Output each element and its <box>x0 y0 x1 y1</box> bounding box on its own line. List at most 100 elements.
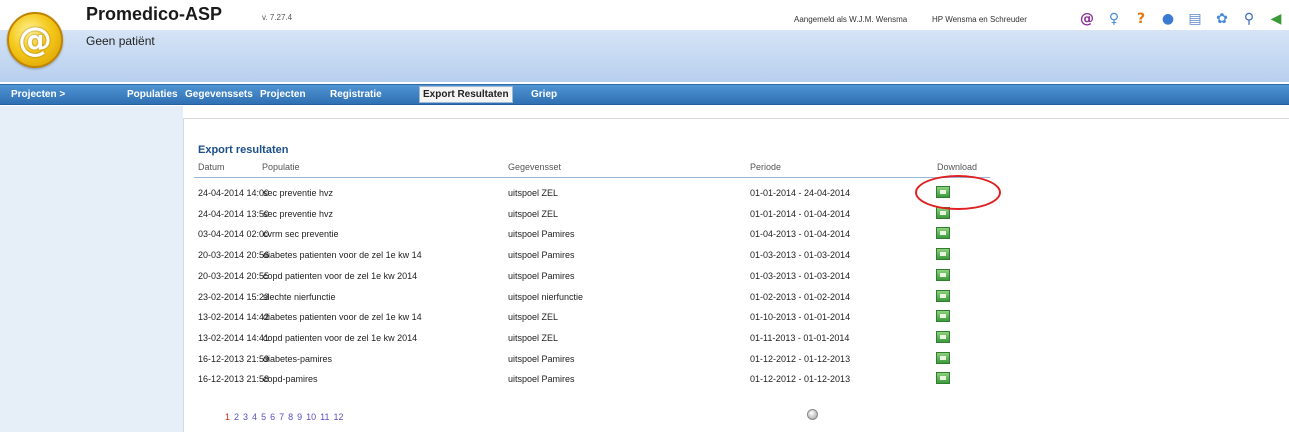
column-header-datum: Datum <box>198 162 225 172</box>
cell-populatie: diabetes-pamires <box>263 353 333 364</box>
header-band <box>0 30 1289 82</box>
cell-datum: 13-02-2014 14:41 <box>198 332 270 343</box>
tab-griep[interactable]: Griep <box>531 89 557 100</box>
cell-gegevensset: uitspoel ZEL <box>508 208 559 219</box>
cell-gegevensset: uitspoel ZEL <box>508 332 559 343</box>
cell-datum: 16-12-2013 21:59 <box>198 353 270 364</box>
at-logo-icon: @ <box>18 20 52 60</box>
table-row: 13-02-2014 14:42 diabetes patienten voor … <box>194 307 990 328</box>
download-icon[interactable] <box>936 372 950 385</box>
cell-populatie: sec preventie hvz <box>263 188 334 198</box>
column-header-populatie: Populatie <box>262 162 300 172</box>
tab-populaties[interactable]: Populaties <box>127 89 178 100</box>
app-title: Promedico-ASP <box>86 4 223 24</box>
settings-icon[interactable]: ✿ <box>1213 10 1231 28</box>
download-icon[interactable] <box>936 227 950 240</box>
page-link-3[interactable]: 3 <box>243 412 248 422</box>
download-icon[interactable] <box>936 248 950 261</box>
cell-populatie: copd patienten voor de zel 1e kw 2014 <box>263 332 418 343</box>
column-header-download: Download <box>937 162 978 172</box>
cell-periode: 01-12-2012 - 01-12-2013 <box>750 353 851 364</box>
cell-periode: 01-03-2013 - 01-03-2014 <box>750 270 851 281</box>
table-row: 24-04-2014 14:00 sec preventie hvz uitspoe… <box>194 183 990 204</box>
download-icon[interactable] <box>936 351 950 364</box>
tab-registratie[interactable]: Registratie <box>330 89 382 100</box>
help-icon[interactable] <box>807 409 818 420</box>
tab-export-resultaten[interactable]: Export Resultaten <box>419 86 513 103</box>
cell-populatie: diabetes patienten voor de zel 1e kw 14 <box>263 250 422 261</box>
app-version: v. 7.27.4 <box>262 13 293 22</box>
table-row: 23-02-2014 15:23 slechte nierfunctie uitsp… <box>194 287 990 308</box>
cell-gegevensset: uitspoel Pamires <box>508 229 575 240</box>
page-link-8[interactable]: 8 <box>288 412 293 422</box>
section-title: Export resultaten <box>198 144 289 156</box>
cell-gegevensset: uitspoel Pamires <box>508 270 575 281</box>
table-row: 20-03-2014 20:56 diabetes patienten voor … <box>194 245 990 266</box>
document-icon[interactable]: ▤ <box>1186 10 1204 28</box>
practice-info[interactable]: HP Wensma en Schreuder <box>932 15 1027 24</box>
table-row: 16-12-2013 21:58 copd-pamires uitspoel Pam… <box>194 369 990 390</box>
column-header-gegevensset: Gegevensset <box>508 162 562 172</box>
cell-gegevensset: uitspoel Pamires <box>508 250 575 261</box>
download-icon[interactable] <box>936 310 950 323</box>
page-link-9[interactable]: 9 <box>297 412 302 422</box>
cell-populatie: sec preventie hvz <box>263 208 334 219</box>
cell-gegevensset: uitspoel ZEL <box>508 188 559 198</box>
cell-populatie: slechte nierfunctie <box>263 291 336 302</box>
cell-periode: 01-11-2013 - 01-01-2014 <box>750 332 850 343</box>
cell-gegevensset: uitspoel Pamires <box>508 353 575 364</box>
cell-populatie: copd-pamires <box>263 374 318 385</box>
search-icon[interactable]: ⚲ <box>1240 10 1258 28</box>
page-link-11[interactable]: 11 <box>320 412 329 422</box>
user-info: Aangemeld als W.J.M. Wensma <box>794 15 908 24</box>
info-icon[interactable]: ● <box>1159 10 1177 28</box>
patient-status: Geen patiënt <box>86 34 155 48</box>
cell-periode: 01-10-2013 - 01-01-2014 <box>750 312 851 323</box>
question-icon[interactable]: ? <box>1132 10 1150 28</box>
page-link-10[interactable]: 10 <box>306 412 316 422</box>
at-icon[interactable]: @ <box>1078 10 1096 28</box>
table-row: 20-03-2014 20:55 copd patienten voor de z… <box>194 266 990 287</box>
people-icon[interactable]: ♀ <box>1105 10 1123 28</box>
table-row: 13-02-2014 14:41 copd patienten voor de z… <box>194 328 990 349</box>
download-icon[interactable] <box>936 330 950 343</box>
header-divider <box>194 177 990 178</box>
cell-populatie: diabetes patienten voor de zel 1e kw 14 <box>263 312 422 323</box>
cell-periode: 01-02-2013 - 01-02-2014 <box>750 291 851 302</box>
page-link-4[interactable]: 4 <box>252 412 257 422</box>
tab-projecten[interactable]: Projecten <box>260 89 306 100</box>
cell-datum: 24-04-2014 13:50 <box>198 208 270 219</box>
column-header-periode: Periode <box>750 162 782 172</box>
left-panel <box>0 106 183 432</box>
page-link-7[interactable]: 7 <box>279 412 284 422</box>
cell-gegevensset: uitspoel ZEL <box>508 312 559 323</box>
app-logo[interactable]: @ <box>7 12 63 68</box>
download-icon[interactable] <box>936 268 950 281</box>
cell-populatie: cvrm sec preventie <box>263 229 339 240</box>
table-row: 24-04-2014 13:50 sec preventie hvz uitspoe… <box>194 204 990 225</box>
page-link-5[interactable]: 5 <box>261 412 266 422</box>
cell-periode: 01-12-2012 - 01-12-2013 <box>750 374 851 385</box>
page-link-6[interactable]: 6 <box>270 412 275 422</box>
cell-datum: 20-03-2014 20:56 <box>198 250 270 261</box>
cell-periode: 01-01-2014 - 24-04-2014 <box>750 188 851 198</box>
page-link-1[interactable]: 1 <box>225 412 230 422</box>
cell-datum: 24-04-2014 14:00 <box>198 188 270 198</box>
cell-datum: 23-02-2014 15:23 <box>198 291 270 302</box>
main-navbar: Projecten > Populaties Gegevenssets Proj… <box>0 84 1289 105</box>
page-link-2[interactable]: 2 <box>234 412 239 422</box>
cell-periode: 01-04-2013 - 01-04-2014 <box>750 229 851 240</box>
app-header: @ Promedico-ASP v. 7.27.4 Geen patiënt A… <box>0 0 1289 82</box>
cell-datum: 03-04-2014 02:00 <box>198 229 270 240</box>
tab-gegevenssets[interactable]: Gegevenssets <box>185 89 253 100</box>
cell-gegevensset: uitspoel nierfunctie <box>508 291 584 302</box>
page-link-12[interactable]: 12 <box>334 412 344 422</box>
table-row: 03-04-2014 02:00 cvrm sec preventie uitspo… <box>194 224 990 245</box>
download-icon[interactable] <box>936 289 950 302</box>
table-row: 16-12-2013 21:59 diabetes-pamires uitspoel… <box>194 349 990 370</box>
nav-root[interactable]: Projecten > <box>11 89 65 100</box>
logout-icon[interactable]: ◀ <box>1267 10 1285 28</box>
header-toolbar: @ ♀? ● ▤ ✿ ⚲ ◀ <box>1078 8 1289 30</box>
cell-periode: 01-03-2013 - 01-03-2014 <box>750 250 851 261</box>
highlight-annotation <box>915 175 1001 210</box>
